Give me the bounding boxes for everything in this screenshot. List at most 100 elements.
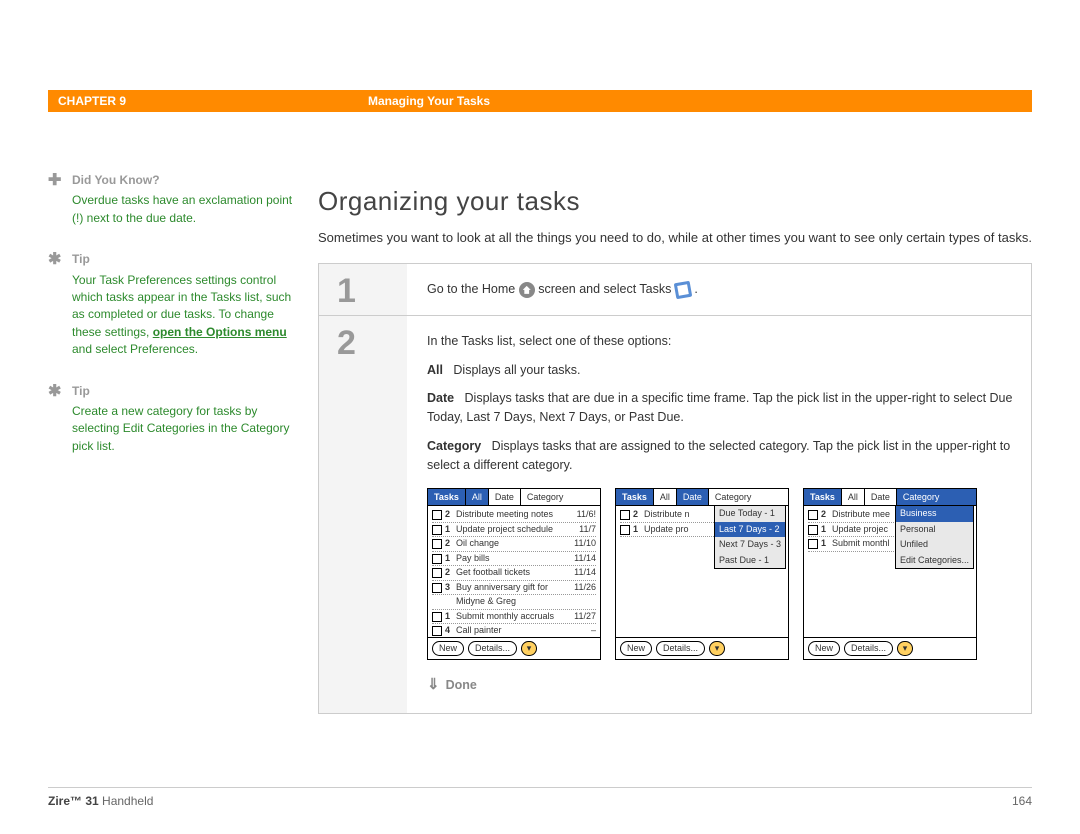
task-checkbox[interactable] [432, 583, 442, 593]
asterisk-icon: ✱ [48, 384, 61, 400]
date-dropdown[interactable]: Due Today - 1Last 7 Days - 2Next 7 Days … [714, 505, 786, 569]
palm-screen-category: Tasks All Date Category 2Distribute mee1… [803, 488, 977, 660]
task-line[interactable]: Midyne & Greg [432, 595, 596, 610]
task-priority: 1 [821, 523, 829, 537]
category-dropdown[interactable]: BusinessPersonalUnfiledEdit Categories..… [895, 505, 974, 569]
down-arrow-icon: ⇓ [427, 676, 440, 693]
main-content: Organizing your tasks Sometimes you want… [318, 172, 1032, 714]
palm-tab-all[interactable]: All [842, 489, 865, 505]
palm-details-button[interactable]: Details... [844, 641, 893, 657]
dropdown-item[interactable]: Next 7 Days - 3 [715, 537, 785, 553]
task-text: Buy anniversary gift for [456, 581, 571, 595]
task-checkbox[interactable] [432, 568, 442, 578]
task-text: Submit monthly accruals [456, 610, 571, 624]
palm-tab-all[interactable]: All [466, 489, 489, 505]
task-date: 11/14 [574, 566, 596, 580]
task-text: Distribute meeting notes [456, 508, 574, 522]
dropdown-item[interactable]: Personal [896, 522, 973, 538]
task-checkbox[interactable] [432, 525, 442, 535]
step-1-body: Go to the Home screen and select Tasks . [407, 264, 1031, 315]
palm-screen-all: Tasks All Date Category 2Distribute meet… [427, 488, 601, 660]
task-line[interactable]: 1Update project schedule11/7 [432, 523, 596, 538]
task-date: 11/27 [574, 610, 596, 624]
task-priority: 1 [445, 610, 453, 624]
task-checkbox[interactable] [432, 510, 442, 520]
palm-note-icon[interactable]: ▾ [709, 641, 725, 657]
palm-tab-date[interactable]: Date [489, 489, 521, 505]
task-text: Update project schedule [456, 523, 576, 537]
opt-date-body: Displays tasks that are due in a specifi… [427, 391, 1012, 424]
palm-new-button[interactable]: New [620, 641, 652, 657]
tip1-post: and select Preferences. [72, 342, 198, 356]
palm-new-button[interactable]: New [808, 641, 840, 657]
page-footer: Zire™ 31 Handheld 164 [48, 787, 1032, 808]
chapter-title: Managing Your Tasks [368, 94, 1032, 108]
task-checkbox[interactable] [432, 626, 442, 636]
palm-note-icon[interactable]: ▾ [897, 641, 913, 657]
palm-tab-category[interactable]: Category [897, 489, 976, 505]
option-category: Category Displays tasks that are assigne… [427, 437, 1015, 475]
task-line[interactable]: 1Pay bills11/14 [432, 552, 596, 567]
screenshots-row: Tasks All Date Category 2Distribute meet… [427, 488, 1015, 660]
palm-tab-category[interactable]: Category [709, 489, 788, 505]
opt-all-body: Displays all your tasks. [453, 363, 580, 377]
task-checkbox[interactable] [620, 510, 630, 520]
done-row: ⇓ Done [427, 674, 1015, 697]
palm-note-icon[interactable]: ▾ [521, 641, 537, 657]
step1-pre: Go to the Home [427, 282, 519, 296]
palm-body: 2Distribute meeting notes11/6!1Update pr… [428, 506, 600, 637]
dropdown-item[interactable]: Past Due - 1 [715, 553, 785, 569]
open-options-menu-link[interactable]: open the Options menu [153, 325, 287, 339]
palm-tab-title: Tasks [428, 489, 466, 505]
dropdown-item[interactable]: Edit Categories... [896, 553, 973, 569]
chapter-header: CHAPTER 9 Managing Your Tasks [48, 90, 1032, 112]
palm-footer: New Details... ▾ [616, 637, 788, 660]
task-priority: 2 [445, 508, 453, 522]
task-date: 11/6! [577, 508, 596, 522]
dropdown-item[interactable]: Due Today - 1 [715, 506, 785, 522]
task-line[interactable]: 3Buy anniversary gift for11/26 [432, 581, 596, 596]
task-text: Get football tickets [456, 566, 571, 580]
task-priority: 2 [445, 537, 453, 551]
task-line[interactable]: 2Oil change11/10 [432, 537, 596, 552]
task-priority: 1 [821, 537, 829, 551]
palm-tab-date[interactable]: Date [865, 489, 897, 505]
task-checkbox[interactable] [620, 525, 630, 535]
dropdown-item[interactable]: Unfiled [896, 537, 973, 553]
task-priority: 2 [821, 508, 829, 522]
dropdown-item[interactable]: Business [896, 506, 973, 522]
task-checkbox[interactable] [808, 510, 818, 520]
intro-text: Sometimes you want to look at all the th… [318, 229, 1032, 247]
option-all: All Displays all your tasks. [427, 361, 1015, 380]
palm-tab-all[interactable]: All [654, 489, 677, 505]
opt-cat-body: Displays tasks that are assigned to the … [427, 439, 1010, 472]
tip2-heading: Tip [72, 383, 298, 400]
palm-tab-category[interactable]: Category [521, 489, 600, 505]
task-priority: 1 [445, 552, 453, 566]
task-checkbox[interactable] [432, 554, 442, 564]
task-checkbox[interactable] [432, 612, 442, 622]
palm-footer: New Details... ▾ [804, 637, 976, 660]
tip1-body: Your Task Preferences settings control w… [72, 272, 298, 359]
done-label: Done [446, 678, 477, 692]
step2-intro: In the Tasks list, select one of these o… [427, 332, 1015, 351]
palm-new-button[interactable]: New [432, 641, 464, 657]
plus-icon: ✚ [48, 173, 61, 189]
task-priority: 1 [633, 523, 641, 537]
step-1: 1 Go to the Home screen and select Tasks… [319, 264, 1031, 316]
tip2-body: Create a new category for tasks by selec… [72, 403, 298, 455]
palm-details-button[interactable]: Details... [656, 641, 705, 657]
task-checkbox[interactable] [808, 525, 818, 535]
task-line[interactable]: 1Submit monthly accruals11/27 [432, 610, 596, 625]
page-title: Organizing your tasks [318, 186, 1032, 217]
step-2: 2 In the Tasks list, select one of these… [319, 316, 1031, 713]
task-line[interactable]: 4Call painter– [432, 624, 596, 637]
task-checkbox[interactable] [432, 539, 442, 549]
task-checkbox[interactable] [808, 539, 818, 549]
task-line[interactable]: 2Get football tickets11/14 [432, 566, 596, 581]
dropdown-item[interactable]: Last 7 Days - 2 [715, 522, 785, 538]
task-line[interactable]: 2Distribute meeting notes11/6! [432, 508, 596, 523]
palm-details-button[interactable]: Details... [468, 641, 517, 657]
product-name: Zire™ 31 Handheld [48, 794, 153, 808]
palm-tab-date[interactable]: Date [677, 489, 709, 505]
